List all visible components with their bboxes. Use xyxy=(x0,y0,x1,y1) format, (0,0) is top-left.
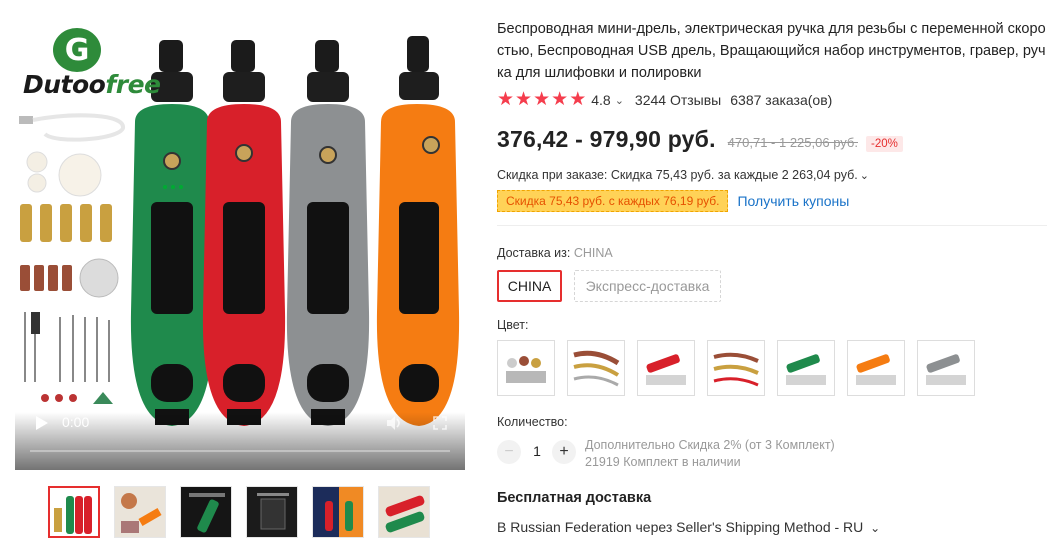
free-shipping-label: Бесплатная доставка xyxy=(497,490,652,506)
drill-gray xyxy=(286,40,370,426)
get-coupons-link[interactable]: Получить купоны xyxy=(737,193,849,209)
thumbnail-image xyxy=(115,487,165,537)
star-icon: ★ xyxy=(551,89,569,110)
color-swatch-7[interactable] xyxy=(917,340,975,396)
quantity-value[interactable]: 1 xyxy=(528,443,546,459)
thumbnail-1[interactable] xyxy=(48,486,100,538)
price-row: 376,42 - 979,90 руб. 470,71 - 1 225,06 р… xyxy=(497,126,903,153)
fullscreen-icon[interactable] xyxy=(433,416,447,430)
video-time: 0:00 xyxy=(62,414,90,430)
brand-logo-text: Dutoofree xyxy=(23,70,161,99)
svg-text:G: G xyxy=(65,33,90,68)
ship-from-caption: Доставка из: xyxy=(497,246,571,260)
thumbnail-5[interactable] xyxy=(312,486,364,538)
thumbnail-6[interactable] xyxy=(378,486,430,538)
thumbnail-image xyxy=(247,487,297,537)
star-icon: ★ xyxy=(533,89,551,110)
ship-from-label: Доставка из: CHINA xyxy=(497,246,613,260)
swatch-image xyxy=(646,354,686,385)
coupon-row: Скидка 75,43 руб. с каждых 76,19 руб. По… xyxy=(497,190,849,212)
rating-stars: ★ ★ ★ ★ ★ xyxy=(497,89,587,110)
coupon-tag[interactable]: Скидка 75,43 руб. с каждых 76,19 руб. xyxy=(497,190,729,212)
chevron-down-icon[interactable]: ⌄ xyxy=(615,94,624,107)
divider xyxy=(497,225,1047,226)
thumbnail-3[interactable] xyxy=(180,486,232,538)
thumbnail-image xyxy=(313,487,363,537)
ship-from-value: CHINA xyxy=(573,246,613,260)
swatch-image xyxy=(786,354,826,385)
quantity-increase-button[interactable]: + xyxy=(552,440,576,464)
swatch-image xyxy=(573,350,620,387)
product-title: Беспроводная мини-дрель, электрическая р… xyxy=(497,21,1046,81)
quantity-label: Количество: xyxy=(497,415,568,429)
star-icon: ★ xyxy=(515,89,533,110)
thumbnail-2[interactable] xyxy=(114,486,166,538)
brand-logo-icon: G xyxy=(53,28,101,72)
drill-red xyxy=(202,40,286,426)
volume-icon[interactable] xyxy=(385,414,403,432)
orders-count: 6387 заказа(ов) xyxy=(730,92,833,108)
thumbnail-image xyxy=(379,487,429,537)
color-swatch-6[interactable] xyxy=(847,340,905,396)
thumbnail-image xyxy=(181,487,231,537)
video-progress-track[interactable] xyxy=(30,450,450,452)
color-swatch-5[interactable] xyxy=(777,340,835,396)
chevron-down-icon[interactable]: ⌄ xyxy=(860,170,869,182)
drill-orange xyxy=(376,36,460,426)
shipping-method-text: В Russian Federation через Seller's Ship… xyxy=(497,519,864,535)
brand-name-part: Dutoo xyxy=(23,70,106,99)
bulk-discount-note: Дополнительно Скидка 2% (от 3 Комплект) xyxy=(585,438,835,452)
swatch-image xyxy=(856,354,896,385)
order-discount-info[interactable]: Скидка при заказе: Скидка 75,43 руб. за … xyxy=(497,168,869,182)
star-icon: ★ xyxy=(497,89,515,110)
order-discount-text: Скидка при заказе: Скидка 75,43 руб. за … xyxy=(497,168,858,182)
thumbnail-4[interactable] xyxy=(246,486,298,538)
product-main-image[interactable]: G Dutoofree 0:00 xyxy=(15,12,465,470)
original-price: 470,71 - 1 225,06 руб. xyxy=(727,135,858,150)
thumbnail-image xyxy=(50,488,98,536)
discount-badge: -20% xyxy=(866,136,903,152)
color-swatch-3[interactable] xyxy=(637,340,695,396)
swatch-image xyxy=(713,352,759,387)
play-icon[interactable] xyxy=(35,415,49,431)
swatch-image xyxy=(926,354,966,385)
shipping-method-selector[interactable]: В Russian Federation через Seller's Ship… xyxy=(497,519,880,535)
rating-row: ★ ★ ★ ★ ★ 4.8 ⌄ 3244 Отзывы 6387 заказа(… xyxy=(497,90,832,110)
brand-name-accent: free xyxy=(105,70,161,99)
color-label: Цвет: xyxy=(497,318,529,332)
rating-value[interactable]: 4.8 xyxy=(591,92,610,108)
reviews-link[interactable]: 3244 Отзывы xyxy=(635,92,721,108)
quantity-decrease-button[interactable]: − xyxy=(497,440,521,464)
current-price: 376,42 - 979,90 руб. xyxy=(497,126,716,152)
star-icon: ★ xyxy=(569,89,587,110)
color-swatch-2[interactable] xyxy=(567,340,625,396)
color-swatch-4[interactable] xyxy=(707,340,765,396)
ship-option-china[interactable]: CHINA xyxy=(497,270,562,302)
swatch-image xyxy=(506,356,546,383)
stock-note: 21919 Комплект в наличии xyxy=(585,455,741,469)
color-swatch-1[interactable] xyxy=(497,340,555,396)
chevron-down-icon[interactable]: ⌄ xyxy=(870,521,880,535)
ship-option-express[interactable]: Экспресс-доставка xyxy=(574,270,721,302)
usb-cable-icon xyxy=(19,113,125,142)
